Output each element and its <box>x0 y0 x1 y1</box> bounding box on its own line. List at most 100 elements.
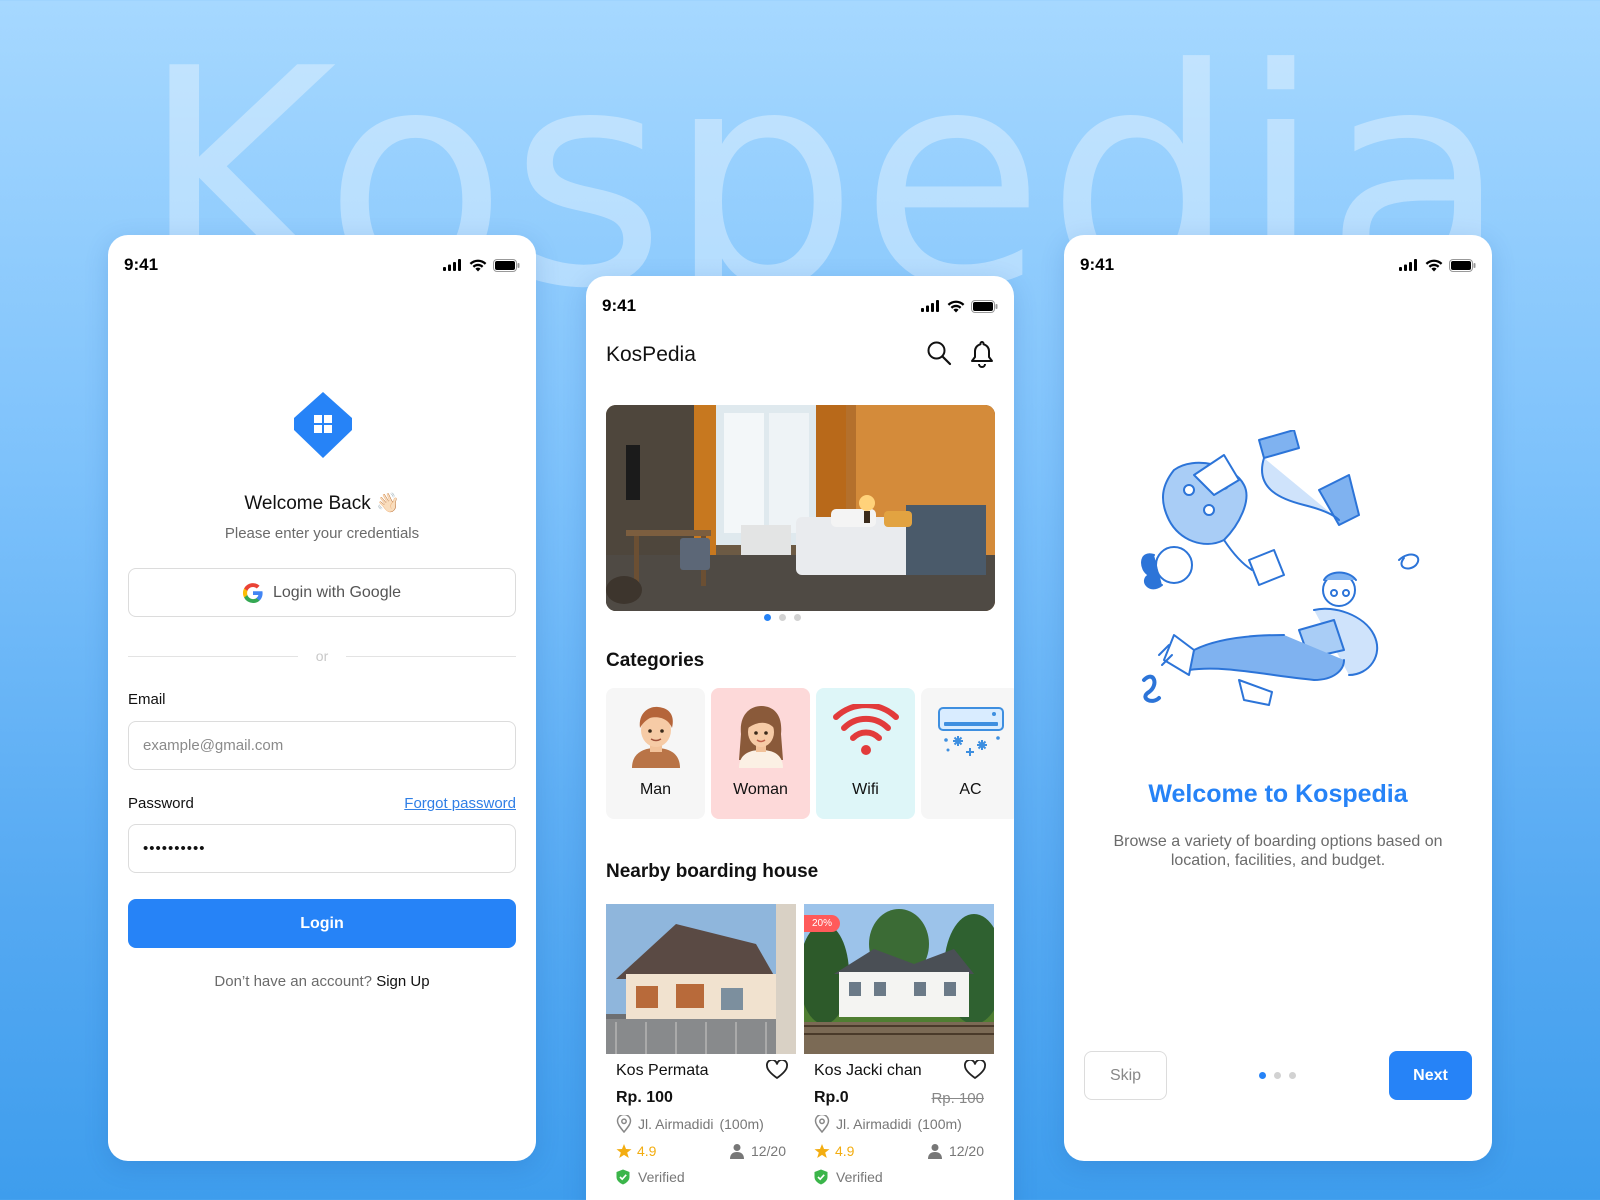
status-bar: 9:41 <box>602 296 998 316</box>
location-row: Jl. Airmadidi (100m) <box>814 1115 984 1133</box>
page-dot[interactable] <box>1274 1072 1281 1079</box>
status-time: 9:41 <box>602 296 637 315</box>
category-wifi[interactable]: Wifi <box>816 688 915 819</box>
page-dot[interactable] <box>779 614 786 621</box>
verified-row: Verified <box>616 1169 786 1185</box>
category-man[interactable]: Man <box>606 688 705 819</box>
signal-icon <box>443 259 461 271</box>
category-woman[interactable]: Woman <box>711 688 810 819</box>
onboarding-subtitle: Browse a variety of boarding options bas… <box>1113 833 1443 869</box>
welcome-subtitle: Please enter your credentials <box>224 525 420 542</box>
divider-line-left <box>128 655 298 657</box>
login-with-google-button[interactable]: Login with Google <box>128 568 516 617</box>
verified-shield-icon <box>616 1169 630 1185</box>
signal-icon <box>1399 259 1417 271</box>
page-dot[interactable] <box>1259 1072 1266 1079</box>
occupancy: 12/20 <box>729 1143 786 1159</box>
listing-card[interactable]: 20% Kos Jacki chan Rp.0 Rp. 100 Jl. Airmadid… <box>804 904 994 1185</box>
header-actions <box>926 340 994 368</box>
verified-shield-icon <box>814 1169 828 1185</box>
listing-photo[interactable] <box>606 904 796 1054</box>
wifi-status-icon <box>1425 259 1443 271</box>
listing-distance: (100m) <box>917 1116 962 1132</box>
rating-occupancy-row: 4.9 12/20 <box>616 1143 786 1159</box>
star-icon <box>616 1144 632 1158</box>
login-screen: 9:41 Welcome Back 👋🏻 Please enter your c… <box>108 235 536 1161</box>
occupancy-value: 12/20 <box>948 1143 984 1159</box>
search-icon[interactable] <box>926 340 952 366</box>
listing-details: Kos Permata Rp. 100 Jl. Airmadidi (100m) 4.9… <box>606 1054 796 1185</box>
person-icon <box>927 1144 942 1159</box>
location-pin-icon <box>616 1115 632 1133</box>
onboarding-screen: 9:41 Welcome to Kospedia Browse a variet… <box>1064 235 1492 1161</box>
category-label: AC <box>959 781 982 798</box>
rating: 4.9 <box>616 1143 656 1159</box>
listing-address: Jl. Airmadidi <box>836 1116 912 1132</box>
onboarding-illustration <box>1141 430 1420 706</box>
password-label: Password <box>128 795 194 812</box>
favorite-heart-icon[interactable] <box>766 1060 788 1080</box>
login-button[interactable]: Login <box>128 899 516 948</box>
page-dot[interactable] <box>1289 1072 1296 1079</box>
listing-photo[interactable]: 20% <box>804 904 994 1054</box>
location-row: Jl. Airmadidi (100m) <box>616 1115 786 1133</box>
categories-list: Man Woman Wifi AC <box>606 688 1014 819</box>
nearby-title: Nearby boarding house <box>606 861 819 882</box>
woman-avatar-icon <box>733 704 789 773</box>
welcome-title: Welcome Back 👋🏻 <box>244 493 400 514</box>
page-dot[interactable] <box>764 614 771 621</box>
battery-icon <box>1449 258 1476 272</box>
air-conditioner-icon <box>937 704 1004 765</box>
status-bar: 9:41 <box>1080 255 1476 275</box>
status-time: 9:41 <box>124 255 159 274</box>
verified-row: Verified <box>814 1169 984 1185</box>
listing-name: Kos Permata <box>616 1062 709 1079</box>
price-row: Rp. 100 <box>616 1089 786 1107</box>
wifi-status-icon <box>947 300 965 312</box>
carousel-dots <box>764 614 801 621</box>
category-label: Wifi <box>852 781 879 798</box>
battery-icon <box>971 299 998 313</box>
status-bar: 9:41 <box>124 255 520 275</box>
login-with-google-label: Login with Google <box>272 583 402 601</box>
occupancy: 12/20 <box>927 1143 984 1159</box>
listing-card[interactable]: Kos Permata Rp. 100 Jl. Airmadidi (100m) 4.9… <box>606 904 796 1185</box>
categories-title: Categories <box>606 650 705 671</box>
notification-bell-icon[interactable] <box>970 340 994 368</box>
nearby-listings: Kos Permata Rp. 100 Jl. Airmadidi (100m) 4.9… <box>606 904 994 1185</box>
sign-up-link[interactable]: Sign Up <box>376 973 429 990</box>
divider-line-right <box>346 655 517 657</box>
onboarding-title: Welcome to Kospedia <box>1148 780 1408 808</box>
category-label: Woman <box>733 781 788 798</box>
divider-text: or <box>315 648 329 664</box>
google-icon <box>242 582 263 603</box>
battery-icon <box>493 258 520 272</box>
status-icons <box>921 299 998 313</box>
rating-occupancy-row: 4.9 12/20 <box>814 1143 984 1159</box>
email-field[interactable] <box>128 721 516 770</box>
app-logo <box>294 392 352 458</box>
listing-price: Rp. 100 <box>616 1089 673 1106</box>
listing-details: Kos Jacki chan Rp.0 Rp. 100 Jl. Airmadidi (1… <box>804 1054 994 1185</box>
category-ac[interactable]: AC <box>921 688 1014 819</box>
wifi-status-icon <box>469 259 487 271</box>
skip-button[interactable]: Skip <box>1084 1051 1167 1100</box>
listing-price: Rp.0 <box>814 1089 849 1106</box>
featured-room-banner[interactable] <box>606 405 995 611</box>
listing-old-price: Rp. 100 <box>931 1089 984 1107</box>
no-account-text: Don’t have an account? <box>214 973 373 990</box>
listing-address: Jl. Airmadidi <box>638 1116 714 1132</box>
rating-value: 4.9 <box>835 1143 855 1159</box>
person-icon <box>729 1144 744 1159</box>
forgot-password-link[interactable]: Forgot password <box>404 795 516 812</box>
rating-value: 4.9 <box>637 1143 657 1159</box>
location-pin-icon <box>814 1115 830 1133</box>
favorite-heart-icon[interactable] <box>964 1060 986 1080</box>
listing-name: Kos Jacki chan <box>814 1062 922 1079</box>
rating: 4.9 <box>814 1143 854 1159</box>
password-field[interactable]: •••••••••• <box>128 824 516 873</box>
next-button[interactable]: Next <box>1389 1051 1472 1100</box>
verified-label: Verified <box>638 1169 685 1185</box>
discount-badge: 20% <box>804 915 841 932</box>
page-dot[interactable] <box>794 614 801 621</box>
